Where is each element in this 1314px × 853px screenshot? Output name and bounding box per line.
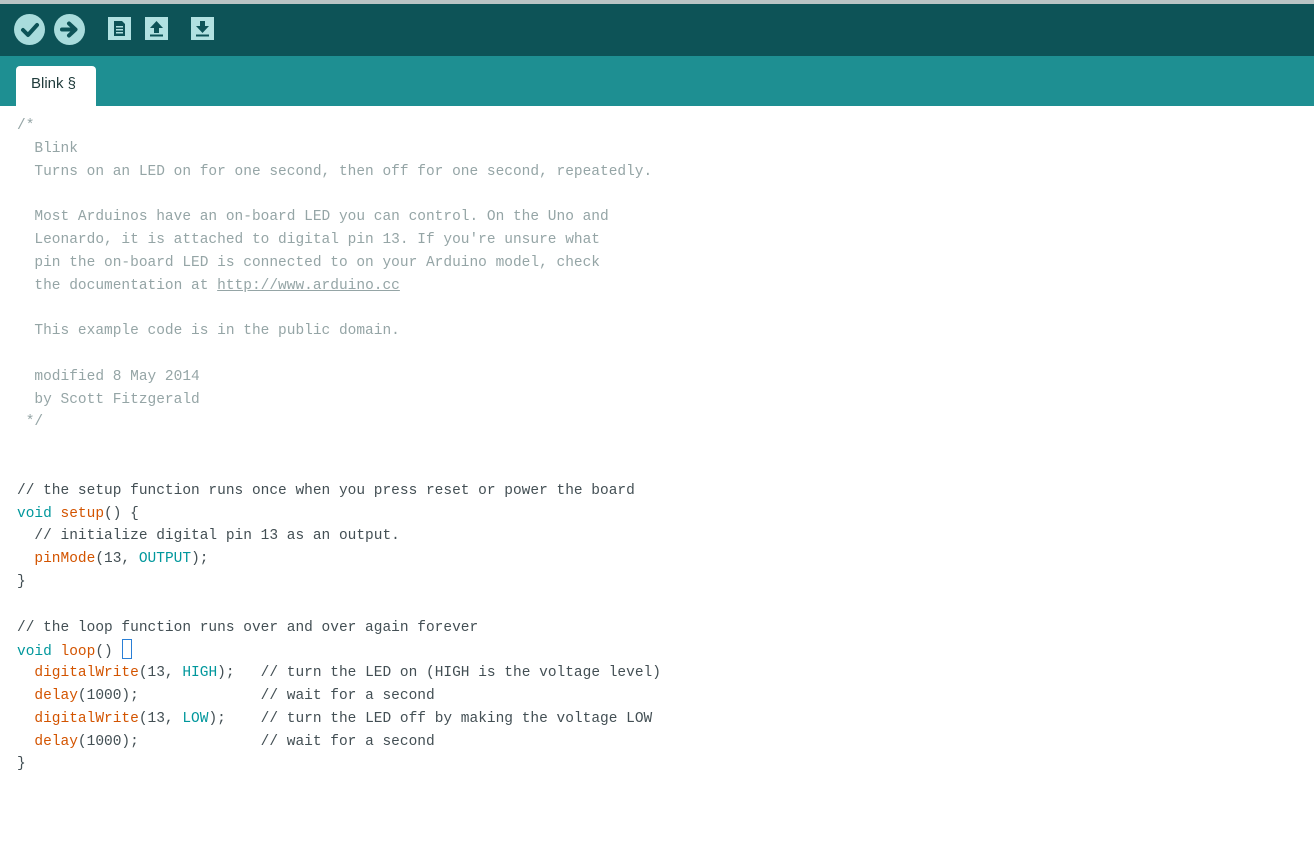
code-line: digitalWrite(13, HIGH); // turn the LED … (17, 662, 661, 685)
arrow-right-icon (60, 21, 78, 38)
constant: HIGH (182, 665, 218, 682)
code-text: (13, (138, 665, 183, 682)
save-button[interactable] (191, 17, 214, 40)
function-name: loop (60, 644, 96, 661)
inline-comment: // wait for a second (260, 687, 435, 704)
new-sketch-button[interactable] (108, 17, 131, 40)
tab-label: Blink § (31, 75, 77, 92)
upload-button[interactable] (54, 14, 85, 45)
function-name: digitalWrite (34, 665, 139, 682)
text-cursor (122, 639, 133, 660)
code-text: () { (104, 505, 139, 522)
code-line: modified 8 May 2014 (17, 368, 200, 385)
code-line: by Scott Fitzgerald (17, 391, 200, 408)
code-line: digitalWrite(13, LOW); // turn the LED o… (17, 708, 661, 731)
code-line: /* (17, 118, 35, 134)
code-line: // the loop function runs over and over … (17, 619, 479, 636)
code-text: (13, (95, 551, 139, 568)
code-line: pinMode(13, OUTPUT); (17, 548, 661, 571)
code-text[interactable]: /* Blink Turns on an LED on for one seco… (17, 115, 661, 776)
code-text: ); (208, 710, 261, 727)
keyword: void (17, 644, 52, 661)
open-button[interactable] (145, 17, 168, 40)
code-text: (1000); (77, 687, 261, 704)
comment-text: the documentation at (17, 277, 218, 294)
code-line: Leonardo, it is attached to digital pin … (17, 231, 600, 248)
document-icon (114, 21, 125, 36)
keyword: void (17, 505, 52, 522)
code-line: void setup() { (17, 503, 661, 526)
code-text: ); (191, 551, 209, 568)
code-line: */ (17, 414, 44, 431)
function-name: delay (34, 733, 78, 750)
code-line: delay(1000); // wait for a second (17, 685, 661, 708)
inline-comment: // turn the LED off by making the voltag… (260, 710, 653, 727)
function-name: pinMode (34, 551, 96, 568)
code-line: void loop() (17, 639, 661, 662)
tab-bar: Blink § (0, 56, 1314, 106)
code-line: This example code is in the public domai… (17, 323, 400, 340)
code-line: } (17, 756, 26, 773)
arrow-up-icon (150, 21, 163, 37)
code-line: Blink (17, 140, 78, 157)
arrow-down-icon (196, 21, 209, 37)
code-text: () (95, 644, 122, 661)
toolbar (0, 0, 1314, 56)
constant: OUTPUT (138, 551, 192, 568)
code-line: Turns on an LED on for one second, then … (17, 163, 653, 180)
tab-blink[interactable]: Blink § (16, 66, 96, 106)
checkmark-icon (21, 23, 39, 37)
code-line: delay(1000); // wait for a second (17, 731, 661, 754)
code-editor[interactable]: /* Blink Turns on an LED on for one seco… (0, 106, 1314, 853)
function-name: setup (60, 505, 105, 522)
code-line: // initialize digital pin 13 as an outpu… (17, 528, 400, 545)
verify-button[interactable] (14, 14, 45, 45)
code-text: (13, (138, 710, 183, 727)
code-line: Most Arduinos have an on-board LED you c… (17, 209, 609, 226)
window-top-edge (0, 0, 1314, 4)
code-line: } (17, 573, 26, 590)
code-text: ); (217, 665, 261, 682)
code-text: (1000); (77, 733, 261, 750)
url-link[interactable]: http://www.arduino.cc (217, 278, 400, 294)
function-name: digitalWrite (34, 710, 139, 727)
inline-comment: // wait for a second (260, 733, 435, 750)
code-line: // the setup function runs once when you… (17, 482, 635, 499)
inline-comment: // turn the LED on (HIGH is the voltage … (260, 665, 661, 682)
code-line: pin the on-board LED is connected to on … (17, 254, 600, 271)
function-name: delay (34, 687, 78, 704)
constant: LOW (182, 710, 209, 727)
code-line: the documentation at http://www.arduino.… (17, 275, 661, 298)
